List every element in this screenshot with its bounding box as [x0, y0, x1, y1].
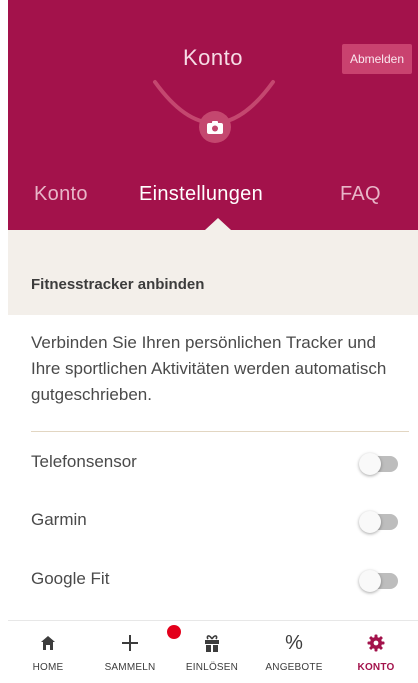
toggle-knob [359, 570, 381, 592]
tab-einstellungen[interactable]: Einstellungen [139, 183, 263, 206]
tracker-settings: Verbinden Sie Ihren persönlichen Tracker… [8, 315, 418, 620]
avatar-camera-button[interactable] [199, 111, 231, 143]
nav-angebote[interactable]: % ANGEBOTE [254, 621, 334, 683]
logout-button[interactable]: Abmelden [341, 44, 412, 74]
nav-label: KONTO [357, 662, 395, 673]
home-icon [41, 636, 55, 650]
nav-label: SAMMELN [104, 662, 156, 673]
tab-konto[interactable]: Konto [34, 183, 88, 206]
tracker-label: Telefonsensor [31, 452, 137, 471]
nav-label: ANGEBOTE [265, 662, 323, 673]
gear-icon [367, 634, 385, 652]
divider [31, 431, 409, 432]
bottom-navigation: HOME SAMMELN EINLÖSEN % ANGEBOTE KONTO [8, 620, 418, 683]
nav-home[interactable]: HOME [8, 621, 88, 683]
account-tabs: Konto Einstellungen FAQ [8, 183, 418, 219]
tracker-label: Google Fit [31, 569, 110, 588]
tracker-label: Garmin [31, 510, 87, 529]
section-description: Verbinden Sie Ihren persönlichen Tracker… [31, 333, 387, 404]
account-header: Konto Abmelden Konto Einstellungen FAQ [8, 0, 418, 230]
nav-label: HOME [32, 662, 64, 673]
toggle-knob [359, 511, 381, 533]
toggle-knob [359, 453, 381, 475]
section-title: Fitnesstracker anbinden [31, 276, 205, 293]
camera-icon [207, 120, 223, 134]
app-screen: Konto Abmelden Konto Einstellungen FAQ F… [8, 0, 418, 683]
garmin-toggle[interactable] [359, 511, 398, 533]
nav-label: EINLÖSEN [185, 662, 239, 673]
section-header: Fitnesstracker anbinden [8, 230, 418, 315]
tracker-row-garmin: Garmin [8, 492, 418, 548]
nav-konto[interactable]: KONTO [336, 621, 416, 683]
tab-faq[interactable]: FAQ [340, 183, 381, 206]
gift-icon [205, 635, 219, 652]
tracker-row-telefonsensor: Telefonsensor [8, 434, 418, 490]
google-fit-toggle[interactable] [359, 570, 398, 592]
telefonsensor-toggle[interactable] [359, 453, 398, 475]
nav-einloesen[interactable]: EINLÖSEN [172, 621, 252, 683]
tracker-row-google-fit: Google Fit [8, 551, 418, 607]
active-tab-indicator [205, 218, 231, 230]
notification-badge [167, 625, 181, 639]
nav-sammeln[interactable]: SAMMELN [90, 621, 170, 683]
percent-icon: % [285, 631, 303, 654]
plus-icon [122, 635, 138, 651]
